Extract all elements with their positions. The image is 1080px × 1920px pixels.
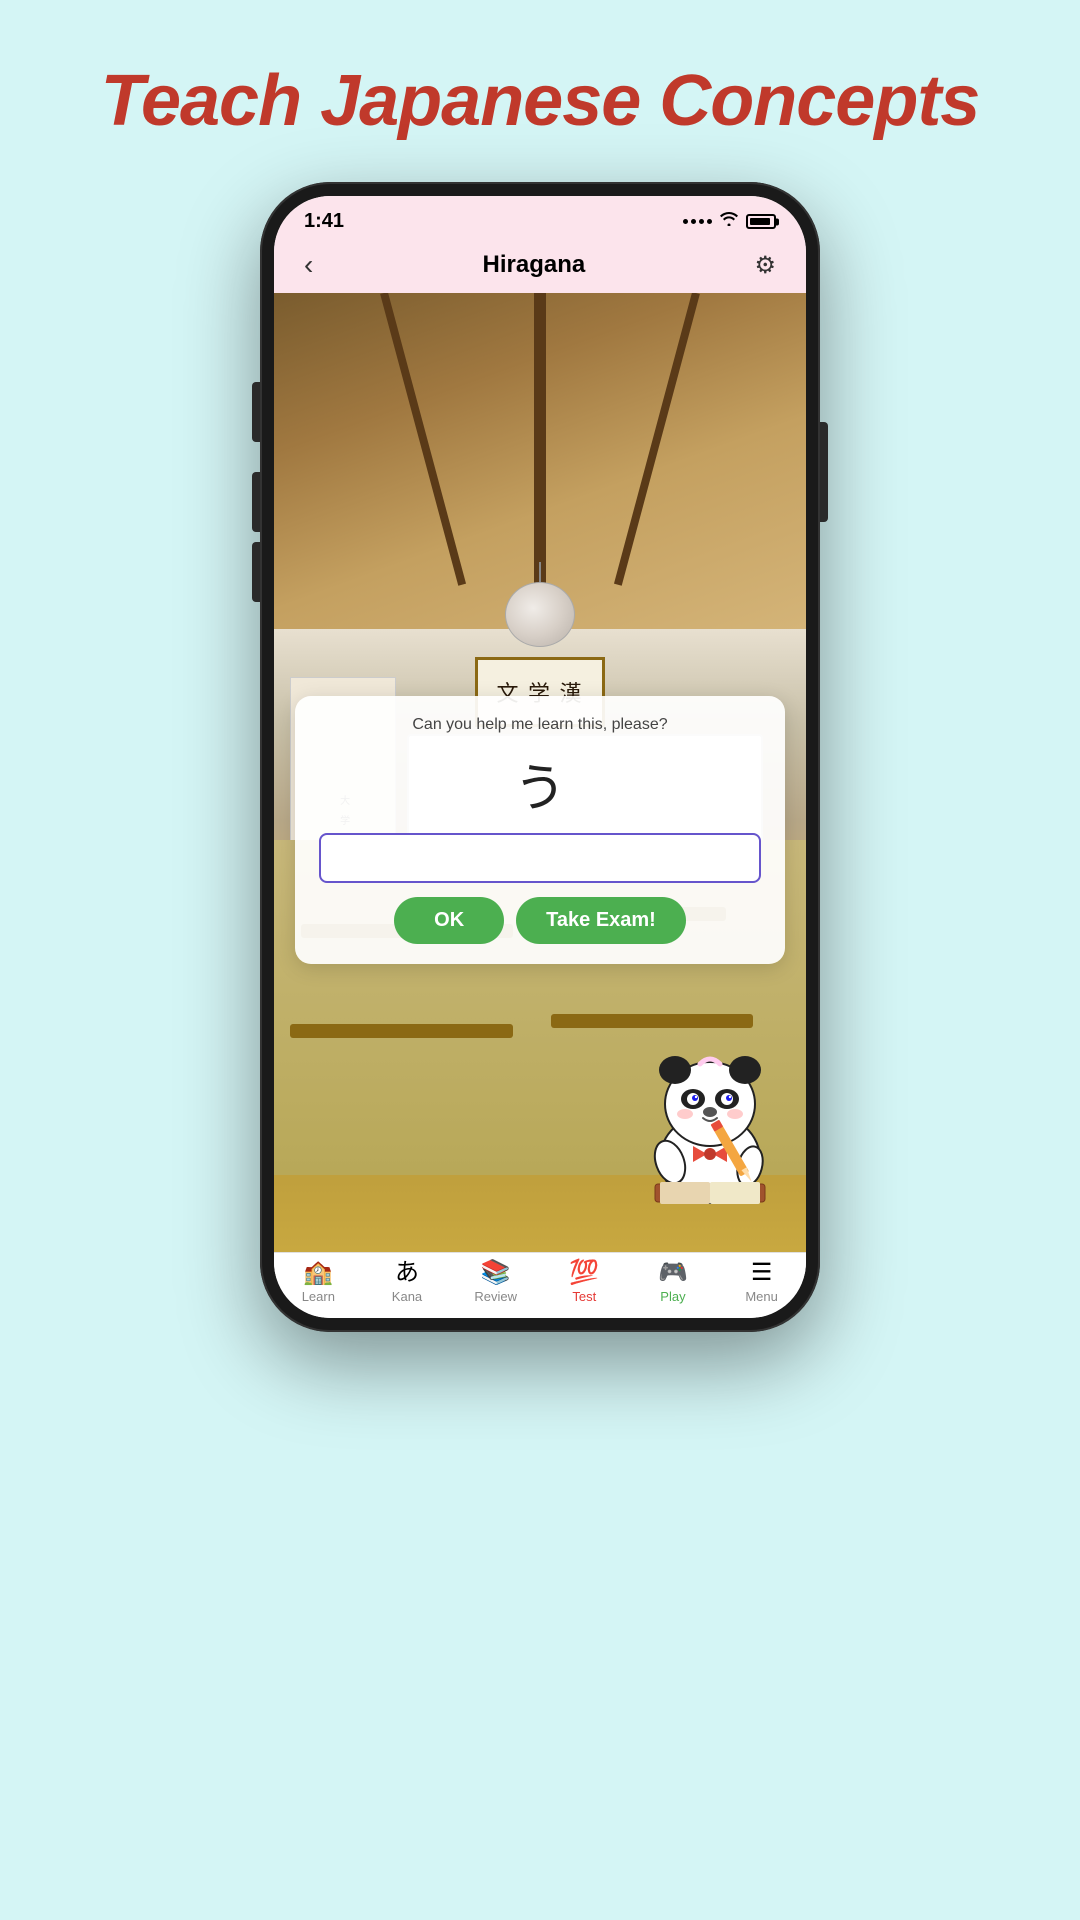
test-icon: 💯	[569, 1261, 599, 1285]
signal-icon	[683, 219, 712, 224]
dialog-overlay: Can you help me learn this, please? う OK…	[295, 696, 784, 964]
tab-review-label: Review	[474, 1289, 517, 1304]
phone-shell: 1:41	[260, 182, 820, 1332]
take-exam-button[interactable]: Take Exam!	[516, 897, 686, 944]
play-icon: 🎮	[658, 1261, 688, 1285]
phone-screen: 1:41	[274, 196, 806, 1318]
tab-bar: 🏫 Learn あ Kana 📚 Review 💯 Test 🎮 Play ☰	[274, 1252, 806, 1318]
status-icons	[683, 212, 776, 231]
settings-button[interactable]: ⚙	[754, 251, 776, 280]
tab-learn[interactable]: 🏫 Learn	[283, 1261, 353, 1304]
learn-icon: 🏫	[303, 1261, 333, 1285]
menu-icon: ☰	[751, 1261, 773, 1285]
tab-play-label: Play	[660, 1289, 685, 1304]
lantern	[505, 562, 575, 642]
review-icon: 📚	[481, 1261, 511, 1285]
tab-learn-label: Learn	[302, 1289, 335, 1304]
tab-review[interactable]: 📚 Review	[461, 1261, 531, 1304]
table-3	[290, 1024, 513, 1038]
tab-menu-label: Menu	[745, 1289, 778, 1304]
back-button[interactable]: ‹	[304, 249, 313, 281]
tab-kana[interactable]: あ Kana	[372, 1261, 442, 1304]
nav-title: Hiragana	[483, 251, 586, 279]
kana-icon: あ	[395, 1261, 419, 1285]
ok-button[interactable]: OK	[394, 897, 504, 944]
battery-icon	[746, 214, 776, 229]
dialog-character: う	[319, 746, 760, 821]
dialog-question: Can you help me learn this, please?	[319, 716, 760, 734]
tab-test[interactable]: 💯 Test	[549, 1261, 619, 1304]
wifi-icon	[720, 212, 738, 231]
lantern-cord	[539, 562, 541, 582]
main-content: 文 学 漢 大 学 院 Can you help me lea	[274, 293, 806, 1252]
answer-input[interactable]	[319, 833, 760, 883]
beam-right	[614, 293, 700, 586]
dialog-buttons: OK Take Exam!	[319, 897, 760, 944]
beam-left	[381, 293, 467, 586]
tab-menu[interactable]: ☰ Menu	[727, 1261, 797, 1304]
tab-play[interactable]: 🎮 Play	[638, 1261, 708, 1304]
tab-kana-label: Kana	[392, 1289, 422, 1304]
status-time: 1:41	[304, 210, 344, 233]
page-title: Teach Japanese Concepts	[101, 60, 980, 142]
tab-test-label: Test	[572, 1289, 596, 1304]
nav-bar: ‹ Hiragana ⚙	[274, 241, 806, 293]
panda-character	[625, 1004, 795, 1204]
lantern-body	[505, 582, 575, 647]
status-bar: 1:41	[274, 196, 806, 241]
